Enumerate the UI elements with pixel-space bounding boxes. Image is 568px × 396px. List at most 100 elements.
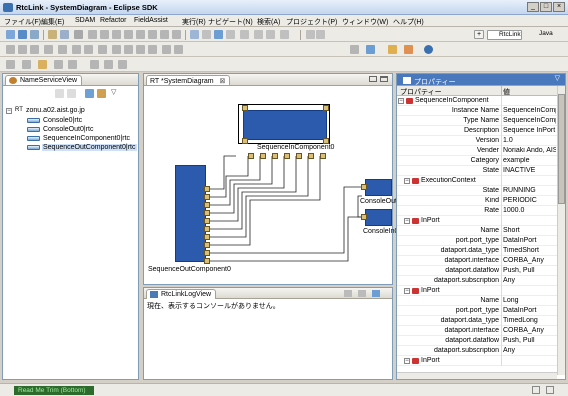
property-row[interactable]: port.port_type DataInPort xyxy=(397,236,557,246)
align-bottom-icon[interactable] xyxy=(148,30,157,39)
tab-close-icon[interactable]: ⊠ xyxy=(220,78,226,85)
snap-icon[interactable] xyxy=(266,30,275,39)
outport[interactable] xyxy=(204,258,210,264)
inport[interactable] xyxy=(308,153,314,159)
cut-icon[interactable] xyxy=(48,30,57,39)
export-icon[interactable] xyxy=(44,45,53,54)
menu-file[interactable]: ファイル(F) xyxy=(4,17,41,27)
align-middle-icon[interactable] xyxy=(136,30,145,39)
view-menu-icon[interactable]: ▽ xyxy=(111,89,120,98)
menu-window[interactable]: ウィンドウ(W) xyxy=(342,17,388,27)
last-edit-icon[interactable] xyxy=(38,60,47,69)
zoom-out-icon[interactable] xyxy=(84,45,93,54)
next-annotation-icon[interactable] xyxy=(6,60,15,69)
property-row[interactable]: dataport.data_type TimedShort xyxy=(397,246,557,256)
back-icon[interactable] xyxy=(54,60,63,69)
external-tools-icon[interactable] xyxy=(404,45,413,54)
selection-handle[interactable] xyxy=(323,105,329,111)
expand-toggle[interactable]: − xyxy=(6,108,12,114)
log-tab[interactable]: RtcLinkLogView xyxy=(146,289,217,299)
inport[interactable] xyxy=(272,153,278,159)
rotate-icon[interactable] xyxy=(112,45,121,54)
pin-console-icon[interactable] xyxy=(358,290,366,297)
property-row[interactable]: port.port_type DataInPort xyxy=(397,306,557,316)
align-center-icon[interactable] xyxy=(100,30,109,39)
expand-toggle[interactable]: − xyxy=(404,288,410,294)
outport[interactable] xyxy=(204,194,210,200)
menu-project[interactable]: プロジェクト(P) xyxy=(286,17,337,27)
match-width-icon[interactable] xyxy=(160,30,169,39)
show-view-icon[interactable] xyxy=(546,386,554,394)
scroll-thumb[interactable] xyxy=(558,94,565,204)
nameservice-tab[interactable]: NameServiceView xyxy=(5,75,83,85)
property-group-row[interactable]: − SequenceInComponent xyxy=(397,96,557,106)
property-row[interactable]: dataport.subscription Any xyxy=(397,276,557,286)
undo-icon[interactable] xyxy=(306,30,315,39)
properties-tab[interactable]: プロパティー xyxy=(399,75,461,86)
property-group-row[interactable]: − InPort xyxy=(397,216,557,226)
outport[interactable] xyxy=(204,250,210,256)
delete-icon[interactable] xyxy=(280,30,289,39)
property-row[interactable]: dataport.subscription Any xyxy=(397,346,557,356)
tree-item-server[interactable]: − RT zonu.a02.aist.go.jp xyxy=(6,107,136,116)
menu-edit[interactable]: 編集(E) xyxy=(41,17,64,27)
pin-icon[interactable] xyxy=(90,60,99,69)
outport[interactable] xyxy=(204,210,210,216)
paste-icon[interactable] xyxy=(74,30,83,39)
menu-refactor[interactable]: Refactor xyxy=(100,17,126,24)
filter-icon[interactable] xyxy=(104,60,113,69)
tree-item-consoleout0[interactable]: ConsoleOut0|rtc xyxy=(6,126,136,135)
sequencein-component-block[interactable] xyxy=(243,110,327,140)
tree-item-sequenceout[interactable]: SequenceOutComponent0|rtc xyxy=(6,144,137,153)
expand-toggle[interactable]: − xyxy=(404,178,410,184)
selection-handle[interactable] xyxy=(242,105,248,111)
flip-icon[interactable] xyxy=(124,45,133,54)
clear-console-icon[interactable] xyxy=(344,290,352,297)
home-icon[interactable] xyxy=(55,89,64,98)
property-row[interactable]: Rate 1000.0 xyxy=(397,206,557,216)
inport[interactable] xyxy=(320,153,326,159)
properties-hscrollbar[interactable] xyxy=(397,372,557,379)
ungroup-icon[interactable] xyxy=(174,45,183,54)
property-row[interactable]: dataport.dataflow Push, Pull xyxy=(397,336,557,346)
sequenceout-component-block[interactable] xyxy=(175,165,206,262)
property-row[interactable]: Instance Name SequenceInComp xyxy=(397,106,557,116)
property-row[interactable]: Version 1.0 xyxy=(397,136,557,146)
property-row[interactable]: Kind PERIODIC xyxy=(397,196,557,206)
group-icon[interactable] xyxy=(162,45,171,54)
perspective-rtclink[interactable]: RtcLink xyxy=(487,30,522,40)
outport[interactable] xyxy=(204,186,210,192)
close-button[interactable]: × xyxy=(553,2,565,12)
layout-icon[interactable] xyxy=(254,30,263,39)
open-perspective-button[interactable]: + xyxy=(474,30,484,39)
sort-icon[interactable] xyxy=(226,30,235,39)
property-row[interactable]: State RUNNING xyxy=(397,186,557,196)
property-row[interactable]: dataport.dataflow Push, Pull xyxy=(397,266,557,276)
display-console-icon[interactable] xyxy=(372,290,380,297)
nodes-icon[interactable] xyxy=(18,45,27,54)
expand-toggle[interactable]: − xyxy=(404,358,410,364)
bookmark-icon[interactable] xyxy=(118,60,127,69)
read-me-trim[interactable]: Read Me Trim (Bottom) xyxy=(14,386,94,395)
property-row[interactable]: Type Name SequenceInComp xyxy=(397,116,557,126)
outport[interactable] xyxy=(361,214,367,220)
align-top-icon[interactable] xyxy=(124,30,133,39)
minimize-button[interactable]: _ xyxy=(527,2,539,12)
outport[interactable] xyxy=(204,226,210,232)
redo-icon[interactable] xyxy=(316,30,325,39)
menu-fieldassist[interactable]: FieldAssist xyxy=(134,17,168,24)
wrench-icon[interactable] xyxy=(388,45,397,54)
property-row[interactable]: dataport.interface CORBA_Any xyxy=(397,256,557,266)
consolein-component-block[interactable] xyxy=(365,209,392,226)
outport[interactable] xyxy=(204,242,210,248)
distribute-icon[interactable] xyxy=(98,45,107,54)
property-row[interactable]: State INACTIVE xyxy=(397,166,557,176)
property-group-row[interactable]: − InPort xyxy=(397,286,557,296)
align-right-icon[interactable] xyxy=(112,30,121,39)
refresh-icon[interactable] xyxy=(30,45,39,54)
debug-icon[interactable] xyxy=(366,45,375,54)
print-icon[interactable] xyxy=(30,30,39,39)
tree-item-sequencein[interactable]: SequenceInComponent0|rtc xyxy=(6,135,136,144)
properties-icon[interactable] xyxy=(6,45,15,54)
terminal-icon[interactable] xyxy=(350,45,359,54)
